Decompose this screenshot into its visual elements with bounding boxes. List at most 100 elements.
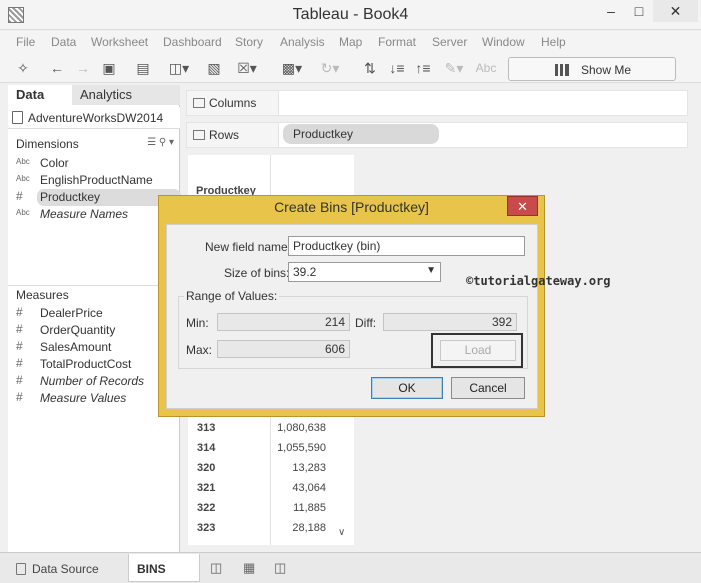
ok-button[interactable]: OK: [371, 377, 443, 399]
maximize-button[interactable]: □: [625, 0, 653, 22]
rows-shelf-label: Rows: [187, 123, 279, 147]
show-me-button[interactable]: Show Me: [508, 57, 676, 81]
save-icon[interactable]: ▣: [100, 59, 118, 77]
new-dashboard-icon[interactable]: ▦: [243, 560, 261, 576]
menu-story[interactable]: Story: [235, 35, 263, 49]
number-type-icon: #: [16, 322, 23, 336]
highlight-icon[interactable]: ✎▾: [440, 59, 468, 77]
table-row[interactable]: 314 1,055,590: [188, 439, 336, 458]
menu-file[interactable]: File: [16, 35, 35, 49]
field-measure-values[interactable]: # Measure Values: [8, 390, 180, 407]
duplicate-sheet-icon[interactable]: ▧: [203, 59, 225, 77]
field-salesamount[interactable]: # SalesAmount: [8, 339, 180, 356]
new-worksheet-icon[interactable]: ◫▾: [166, 59, 192, 77]
menu-analysis[interactable]: Analysis: [280, 35, 325, 49]
scroll-down-arrow-icon[interactable]: ∨: [338, 527, 345, 538]
redo-icon[interactable]: →: [74, 59, 92, 77]
pause-updates-icon[interactable]: ▩▾: [278, 59, 306, 77]
sort-ascending-icon[interactable]: ↓≡: [387, 59, 407, 77]
menu-data[interactable]: Data: [51, 35, 76, 49]
rows-icon: [193, 130, 205, 140]
field-name: TotalProductCost: [40, 357, 132, 371]
menu-map[interactable]: Map: [339, 35, 362, 49]
tab-analytics[interactable]: Analytics: [72, 85, 180, 105]
new-datasource-icon[interactable]: ▤: [134, 59, 152, 77]
clear-sheet-icon[interactable]: ☒▾: [232, 59, 262, 77]
undo-icon[interactable]: ←: [48, 59, 66, 77]
minimize-button[interactable]: –: [597, 0, 625, 22]
table-row[interactable]: 313 1,080,638: [188, 419, 336, 438]
field-productkey[interactable]: # Productkey: [8, 189, 181, 206]
field-name: SalesAmount: [40, 340, 112, 354]
new-field-name-label: New field name:: [205, 240, 292, 254]
window-title: Tableau - Book4: [292, 6, 409, 23]
swap-icon[interactable]: ⇅: [360, 59, 380, 77]
menu-help[interactable]: Help: [541, 35, 566, 49]
menu-dashboard[interactable]: Dashboard: [163, 35, 222, 49]
show-me-label: Show Me: [581, 63, 632, 77]
field-totalproductcost[interactable]: # TotalProductCost: [8, 356, 180, 373]
menu-window[interactable]: Window: [482, 35, 525, 49]
new-story-icon[interactable]: ◫: [274, 560, 292, 576]
sheet-tab-bins[interactable]: BINS: [128, 554, 200, 582]
table-row[interactable]: 321 43,064: [188, 479, 336, 498]
field-englishproductname[interactable]: Abc EnglishProductName: [8, 172, 180, 189]
field-measure-names[interactable]: Abc Measure Names: [8, 206, 180, 223]
dimensions-view-search-icons[interactable]: ☰ ⚲ ▾: [147, 137, 174, 148]
field-color[interactable]: Abc Color: [8, 155, 180, 172]
close-window-button[interactable]: ✕: [653, 0, 698, 22]
columns-icon: [193, 98, 205, 108]
number-type-icon: #: [16, 390, 23, 404]
sort-descending-icon[interactable]: ↑≡: [413, 59, 433, 77]
load-button[interactable]: Load: [440, 340, 516, 361]
bar-chart-icon: [555, 64, 569, 76]
field-name: OrderQuantity: [40, 323, 116, 337]
string-type-icon: Abc: [16, 208, 30, 217]
field-name: Productkey: [40, 190, 101, 204]
table-row[interactable]: 320 13,283: [188, 459, 336, 478]
show-labels-icon[interactable]: Abc: [474, 59, 498, 77]
datasource-name: AdventureWorksDW2014: [28, 111, 164, 125]
number-type-icon: #: [16, 305, 23, 319]
tab-data[interactable]: Data: [8, 85, 72, 105]
chevron-down-icon: ▼: [426, 265, 436, 276]
columns-shelf-label: Columns: [187, 91, 279, 115]
refresh-icon[interactable]: ↻▾: [316, 59, 344, 77]
new-field-name-input[interactable]: Productkey (bin): [288, 236, 525, 256]
dimensions-label: Dimensions: [16, 137, 79, 151]
table-row[interactable]: 323 28,188: [188, 519, 336, 538]
cancel-button[interactable]: Cancel: [451, 377, 525, 399]
menu-server[interactable]: Server: [432, 35, 467, 49]
datasource-tab-label: Data Source: [32, 562, 99, 576]
datasource-item[interactable]: AdventureWorksDW2014: [8, 107, 180, 129]
diff-value: 392: [383, 313, 517, 331]
menu-format[interactable]: Format: [378, 35, 416, 49]
database-icon: [16, 563, 26, 575]
field-number-of-records[interactable]: # Number of Records: [8, 373, 180, 390]
table-row[interactable]: 322 11,885: [188, 499, 336, 518]
tableau-logo-icon[interactable]: ✧: [14, 59, 32, 77]
number-type-icon: #: [16, 189, 23, 203]
string-type-icon: Abc: [16, 157, 30, 166]
number-type-icon: #: [16, 373, 23, 387]
dialog-close-button[interactable]: ✕: [507, 196, 538, 216]
new-worksheet-icon[interactable]: ◫: [210, 560, 228, 576]
rows-pill-productkey[interactable]: Productkey: [283, 124, 439, 144]
diff-label: Diff:: [355, 316, 377, 330]
field-name: DealerPrice: [40, 306, 103, 320]
size-of-bins-value: 39.2: [293, 265, 317, 279]
field-dealerprice[interactable]: # DealerPrice: [8, 305, 180, 322]
range-of-values-label: Range of Values:: [184, 289, 280, 303]
columns-shelf[interactable]: Columns: [186, 90, 688, 116]
size-of-bins-label: Size of bins:: [224, 266, 290, 280]
field-orderquantity[interactable]: # OrderQuantity: [8, 322, 180, 339]
datasource-tab[interactable]: Data Source: [10, 556, 128, 580]
size-of-bins-select[interactable]: 39.2 ▼: [288, 262, 441, 282]
measures-header: Measures: [8, 285, 180, 303]
menu-worksheet[interactable]: Worksheet: [91, 35, 148, 49]
number-type-icon: #: [16, 339, 23, 353]
title-bar: Tableau - Book4 – □ ✕: [0, 0, 701, 30]
measures-label: Measures: [16, 288, 69, 302]
field-name: Color: [40, 156, 69, 170]
dimensions-header: Dimensions ☰ ⚲ ▾: [8, 135, 180, 153]
